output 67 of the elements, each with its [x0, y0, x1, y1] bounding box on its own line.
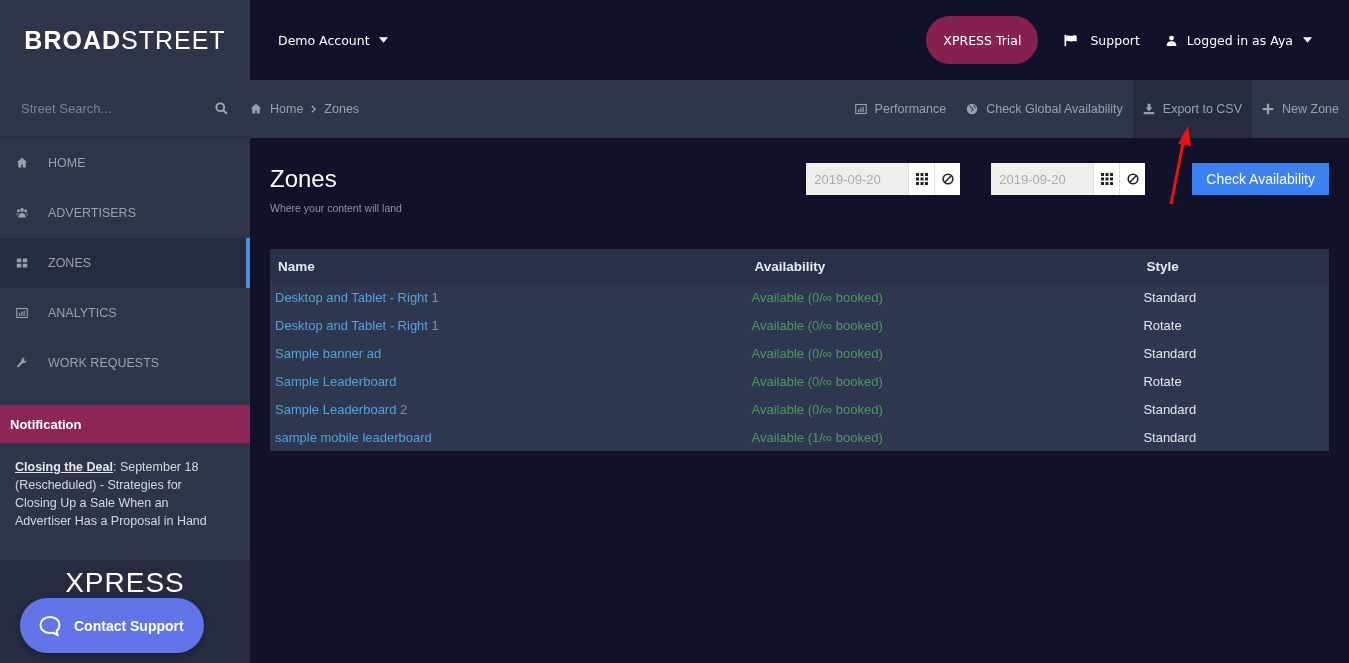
search-icon	[215, 101, 228, 115]
user-icon	[1165, 33, 1177, 47]
users-icon	[16, 207, 28, 219]
chevron-icon	[311, 105, 317, 113]
search-field[interactable]: Street Search...	[21, 100, 215, 116]
table-cell: Available (0/∞ booked)	[746, 367, 1139, 395]
breadcrumb-link[interactable]: Zones	[324, 102, 360, 116]
chat-bubble-icon	[38, 613, 62, 638]
table-cell: Standard	[1138, 395, 1329, 423]
zone-link[interactable]: sample mobile leaderboard	[275, 429, 432, 445]
table-cell: Standard	[1138, 283, 1329, 311]
toolbar-button[interactable]: Performance	[844, 80, 957, 138]
grid-icon	[915, 173, 928, 185]
support-link[interactable]: Support	[1064, 32, 1140, 48]
notification-link[interactable]: Closing the Deal	[15, 460, 113, 474]
sidebar-item[interactable]: ZONES	[0, 238, 250, 288]
table-cell: Rotate	[1138, 311, 1329, 339]
sidebar-item[interactable]: ADVERTISERS	[0, 188, 250, 238]
page-title: Zones	[270, 164, 338, 194]
column-header: Availability	[746, 249, 1139, 283]
toolbar-button[interactable]: New Zone	[1252, 80, 1349, 138]
bar-chart-icon	[16, 307, 28, 319]
table-cell: Standard	[1138, 423, 1329, 451]
bar-chart-icon	[854, 103, 867, 115]
toolbar-button[interactable]: Export to CSV	[1132, 80, 1252, 138]
zone-link[interactable]: Desktop and Tablet - Right 1	[275, 317, 439, 333]
toolbar-button[interactable]: Check Global Availability	[956, 80, 1133, 138]
home-icon	[250, 103, 262, 115]
no-entry-icon	[1126, 173, 1139, 185]
account-dropdown[interactable]: Demo Account	[278, 32, 388, 48]
table-cell: Available (0/∞ booked)	[746, 339, 1139, 367]
zone-link[interactable]: Sample Leaderboard	[275, 373, 397, 389]
check-availability-button[interactable]: Check Availability	[1192, 163, 1329, 195]
no-entry-icon	[941, 173, 954, 185]
table-cell: Available (0/∞ booked)	[746, 311, 1139, 339]
column-header: Name	[270, 249, 747, 283]
home-icon	[16, 157, 28, 169]
zone-link[interactable]: Sample Leaderboard 2	[275, 401, 408, 417]
flag-icon	[1064, 33, 1079, 47]
wrench-icon	[16, 357, 28, 369]
download-icon	[1142, 103, 1155, 115]
trial-button[interactable]: XPRESS Trial	[926, 16, 1039, 64]
plus-icon	[1262, 103, 1274, 115]
table-cell: Standard	[1138, 339, 1329, 367]
table-cell: Rotate	[1138, 367, 1329, 395]
contact-support-button[interactable]: Contact Support	[20, 598, 204, 653]
brand-logo[interactable]: BROADSTREET	[0, 0, 250, 80]
globe-icon	[966, 103, 979, 115]
zone-link[interactable]: Desktop and Tablet - Right 1	[275, 289, 439, 305]
grid-icon	[16, 257, 28, 269]
page-subtitle: Where your content will land	[270, 202, 402, 214]
sidebar-item[interactable]: ANALYTICS	[0, 288, 250, 338]
zone-link[interactable]: Sample banner ad	[275, 345, 382, 361]
user-menu[interactable]: Logged in as Aya	[1165, 32, 1312, 48]
promo-logo: XPRESS	[65, 568, 185, 598]
sidebar-item[interactable]: HOME	[0, 138, 250, 188]
sidebar-item[interactable]: WORK REQUESTS	[0, 338, 250, 388]
notification-text: Closing the Deal: September 18 (Rescheduled) - Strategies for Closing Up a Sale When an Advertiser Has a Proposal in Hand	[15, 459, 208, 530]
table-cell: Available (0/∞ booked)	[746, 395, 1139, 423]
notification-header: Notification	[0, 405, 250, 443]
table-cell: Available (0/∞ booked)	[746, 283, 1139, 311]
table-cell: Available (1/∞ booked)	[746, 423, 1139, 451]
caret-icon	[1303, 37, 1312, 43]
caret-icon	[378, 37, 388, 43]
grid-icon	[1100, 173, 1113, 185]
breadcrumb-link[interactable]: Home	[270, 102, 304, 116]
column-header: Style	[1138, 249, 1329, 283]
